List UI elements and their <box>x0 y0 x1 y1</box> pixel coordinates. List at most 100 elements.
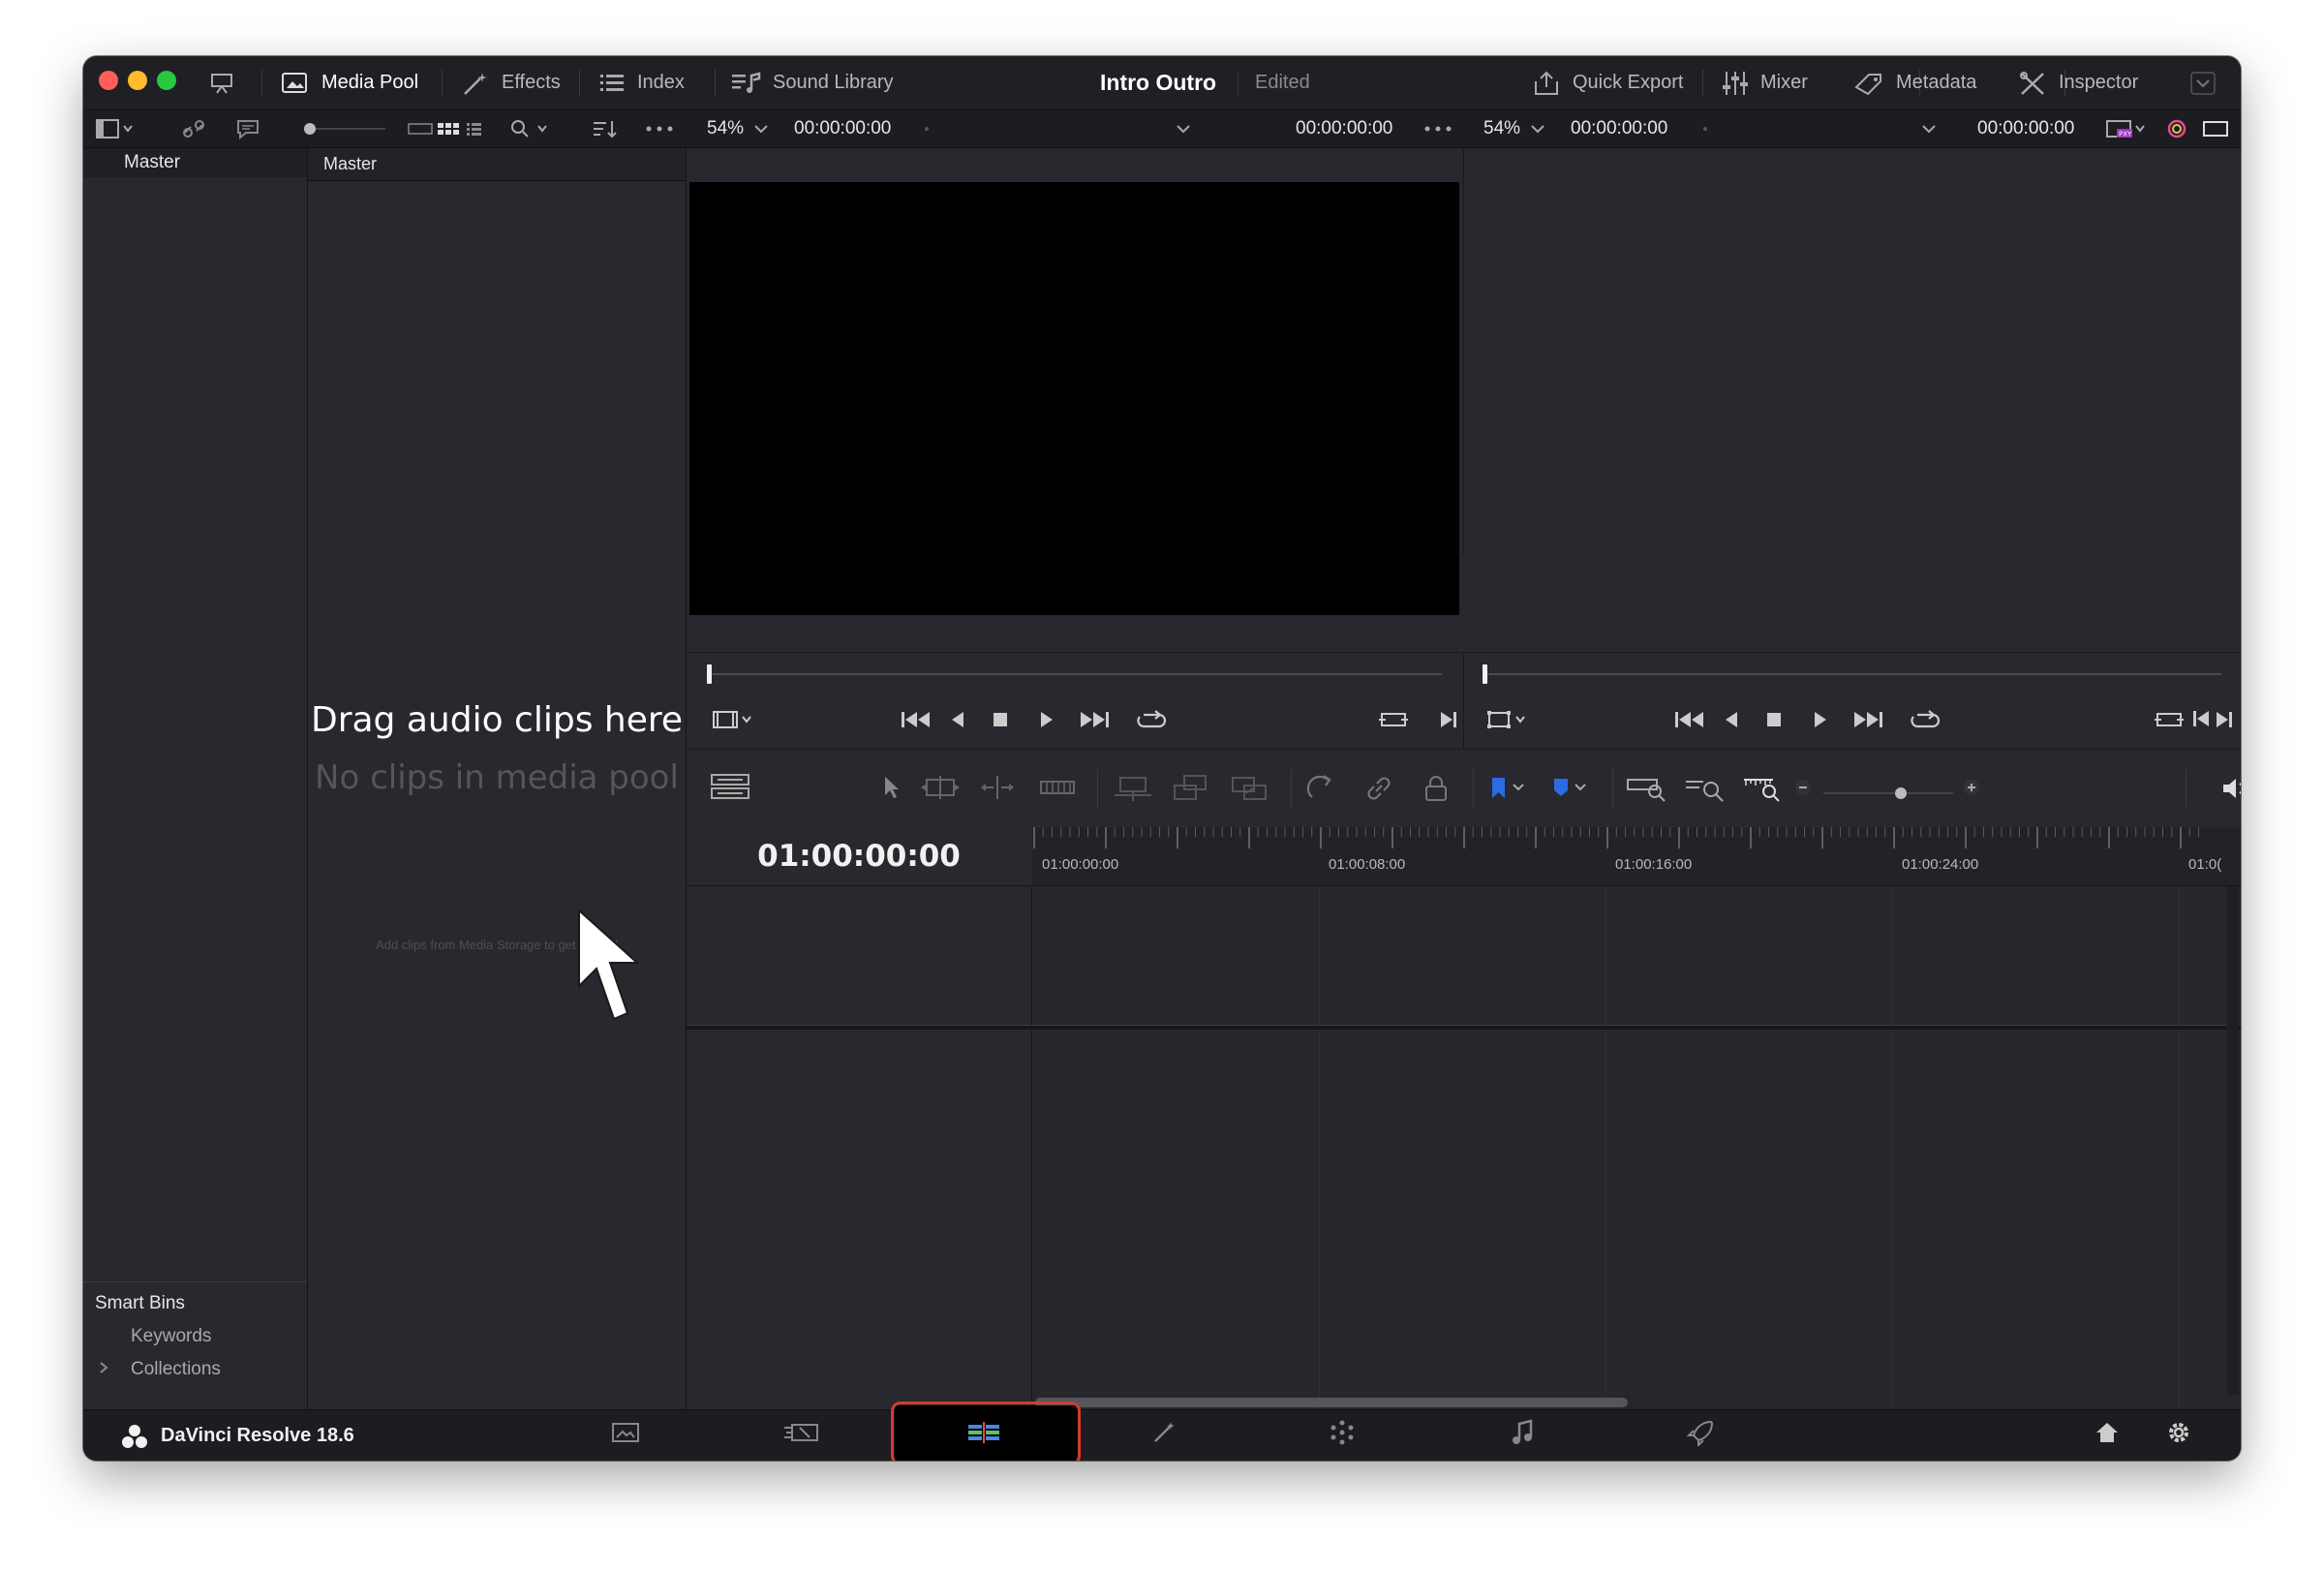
timeline-play-button[interactable] <box>1811 709 1830 735</box>
timeline-go-to-end-button[interactable] <box>1851 709 1884 735</box>
insert-clip-icon <box>1113 774 1153 808</box>
davinci-resolve-window: Media Pool Effects Index Sound Library I… <box>83 56 2241 1461</box>
tab-index[interactable]: Index <box>598 56 685 109</box>
timeline-mark-in-button[interactable] <box>2190 708 2212 734</box>
view-mode-buttons[interactable] <box>407 110 484 147</box>
overwrite-clip-button[interactable] <box>1171 774 1211 808</box>
bin-master[interactable]: Master <box>83 148 307 177</box>
marker-button[interactable] <box>1550 775 1591 807</box>
source-clip-dropdown[interactable] <box>1176 110 1191 147</box>
insert-clip-button[interactable] <box>1113 774 1153 808</box>
timeline-scrubber[interactable] <box>1485 673 2221 675</box>
timeline-match-frame-button[interactable] <box>2154 709 2185 735</box>
home-icon <box>2094 1420 2121 1450</box>
timeline-viewer[interactable] <box>1463 148 2241 555</box>
color-page-button[interactable] <box>1313 1409 1371 1461</box>
audio-volume-button[interactable] <box>2220 775 2241 807</box>
source-loop-button[interactable] <box>1136 709 1167 737</box>
source-go-to-start-button[interactable] <box>900 709 933 735</box>
timeline-loop-button[interactable] <box>1910 709 1941 737</box>
zoom-detail-button[interactable] <box>1684 774 1727 808</box>
source-scrubber[interactable] <box>710 673 1442 675</box>
timeline-viewer-playhead[interactable] <box>1483 664 1487 684</box>
source-viewer-options-button[interactable] <box>1423 110 1452 147</box>
timeline-timecode[interactable]: 00:00:00:00 <box>1571 110 1667 147</box>
sort-button[interactable] <box>591 110 618 147</box>
source-play-button[interactable] <box>1037 709 1056 735</box>
zoom-full-button[interactable] <box>1626 774 1668 808</box>
selection-tool-button[interactable] <box>880 774 902 806</box>
pool-options-button[interactable] <box>645 110 674 147</box>
timeline-mark-out-button[interactable] <box>2214 709 2235 735</box>
zoom-out-button[interactable] <box>1794 779 1812 801</box>
smart-bin-keywords[interactable]: Keywords <box>131 1326 211 1347</box>
tab-media-pool[interactable]: Media Pool <box>281 56 418 109</box>
proxy-toggle-button[interactable]: PXY <box>2105 110 2148 147</box>
cut-page-button[interactable] <box>773 1409 831 1461</box>
workspace-toggle-button[interactable] <box>209 56 234 109</box>
trim-tool-button[interactable] <box>919 774 962 806</box>
timeline-view-options-button[interactable] <box>710 772 750 806</box>
collapse-panel-button[interactable] <box>2190 56 2216 109</box>
chevron-right-icon[interactable] <box>97 1360 110 1380</box>
zoom-custom-button[interactable] <box>1742 774 1785 808</box>
search-button[interactable] <box>509 110 552 147</box>
position-lock-button[interactable] <box>1422 774 1450 808</box>
snapping-button[interactable] <box>1306 774 1335 808</box>
tab-mixer[interactable]: Mixer <box>1722 56 1808 109</box>
minimize-window-button[interactable] <box>128 71 147 90</box>
source-play-reverse-button[interactable] <box>948 709 967 735</box>
unlink-bins-button[interactable] <box>180 110 207 147</box>
thumbnail-size-slider[interactable] <box>302 110 389 147</box>
tab-sound-library[interactable]: Sound Library <box>730 56 894 109</box>
color-viewer-button[interactable] <box>2163 110 2190 147</box>
linked-selection-button[interactable] <box>1364 774 1393 808</box>
flag-icon <box>1488 775 1529 807</box>
source-timecode[interactable]: 00:00:00:00 <box>794 110 891 147</box>
source-match-frame-button[interactable] <box>1378 709 1409 735</box>
smart-bin-collections[interactable]: Collections <box>131 1359 221 1380</box>
fusion-page-button[interactable] <box>1135 1409 1193 1461</box>
close-window-button[interactable] <box>99 71 118 90</box>
video-audio-divider[interactable] <box>687 1025 2241 1030</box>
timeline-zoom-select[interactable]: 54% <box>1483 110 1545 147</box>
timeline-vertical-scrollbar[interactable] <box>2227 886 2239 1395</box>
timeline-stop-button[interactable] <box>1764 709 1784 735</box>
source-stop-button[interactable] <box>991 709 1010 735</box>
replace-clip-button[interactable] <box>1229 774 1269 808</box>
tab-inspector[interactable]: Inspector <box>2018 56 2138 109</box>
source-clip-type-button[interactable] <box>712 709 754 730</box>
viewer-mode-button[interactable] <box>2202 110 2229 147</box>
media-pool-panel[interactable]: Master Drag audio clips here No clips in… <box>308 148 687 1409</box>
settings-button[interactable] <box>2150 1409 2208 1461</box>
media-page-button[interactable] <box>596 1409 655 1461</box>
quick-export-button[interactable]: Quick Export <box>1532 56 1683 109</box>
timeline-zoom-slider[interactable] <box>1823 786 1953 800</box>
timeline-current-timecode[interactable]: 01:00:00:00 <box>687 827 1031 885</box>
zoom-in-button[interactable] <box>1963 779 1980 801</box>
source-viewer[interactable] <box>687 148 1462 615</box>
timeline-track-area[interactable] <box>1032 886 2241 1409</box>
timeline-horizontal-scrollbar[interactable] <box>1035 1398 1628 1407</box>
tab-effects[interactable]: Effects <box>461 56 561 109</box>
source-playhead[interactable] <box>707 664 712 684</box>
dynamic-trim-button[interactable] <box>979 774 1016 806</box>
fairlight-page-button[interactable] <box>1493 1409 1551 1461</box>
sidebar-toggle-button[interactable] <box>95 110 134 147</box>
source-zoom-select[interactable]: 54% <box>707 110 769 147</box>
timeline-dropdown[interactable] <box>1921 110 1937 147</box>
source-go-to-end-button[interactable] <box>1078 709 1111 735</box>
project-manager-button[interactable] <box>2078 1409 2136 1461</box>
source-viewer-screen[interactable] <box>689 182 1459 615</box>
transcribe-button[interactable] <box>234 110 261 147</box>
blade-tool-button[interactable] <box>1039 774 1076 806</box>
flag-button[interactable] <box>1488 775 1529 807</box>
timeline-ruler[interactable]: 01:00:00:00 01:00:08:00 01:00:16:00 01:0… <box>1032 827 2241 886</box>
timeline-play-reverse-button[interactable] <box>1722 709 1741 735</box>
deliver-page-button[interactable] <box>1671 1409 1729 1461</box>
timeline-go-to-start-button[interactable] <box>1673 709 1706 735</box>
transform-overlay-button[interactable] <box>1485 709 1528 730</box>
zoom-window-button[interactable] <box>157 71 176 90</box>
source-mark-in-button[interactable] <box>1438 709 1459 735</box>
tab-metadata[interactable]: Metadata <box>1853 56 1976 109</box>
